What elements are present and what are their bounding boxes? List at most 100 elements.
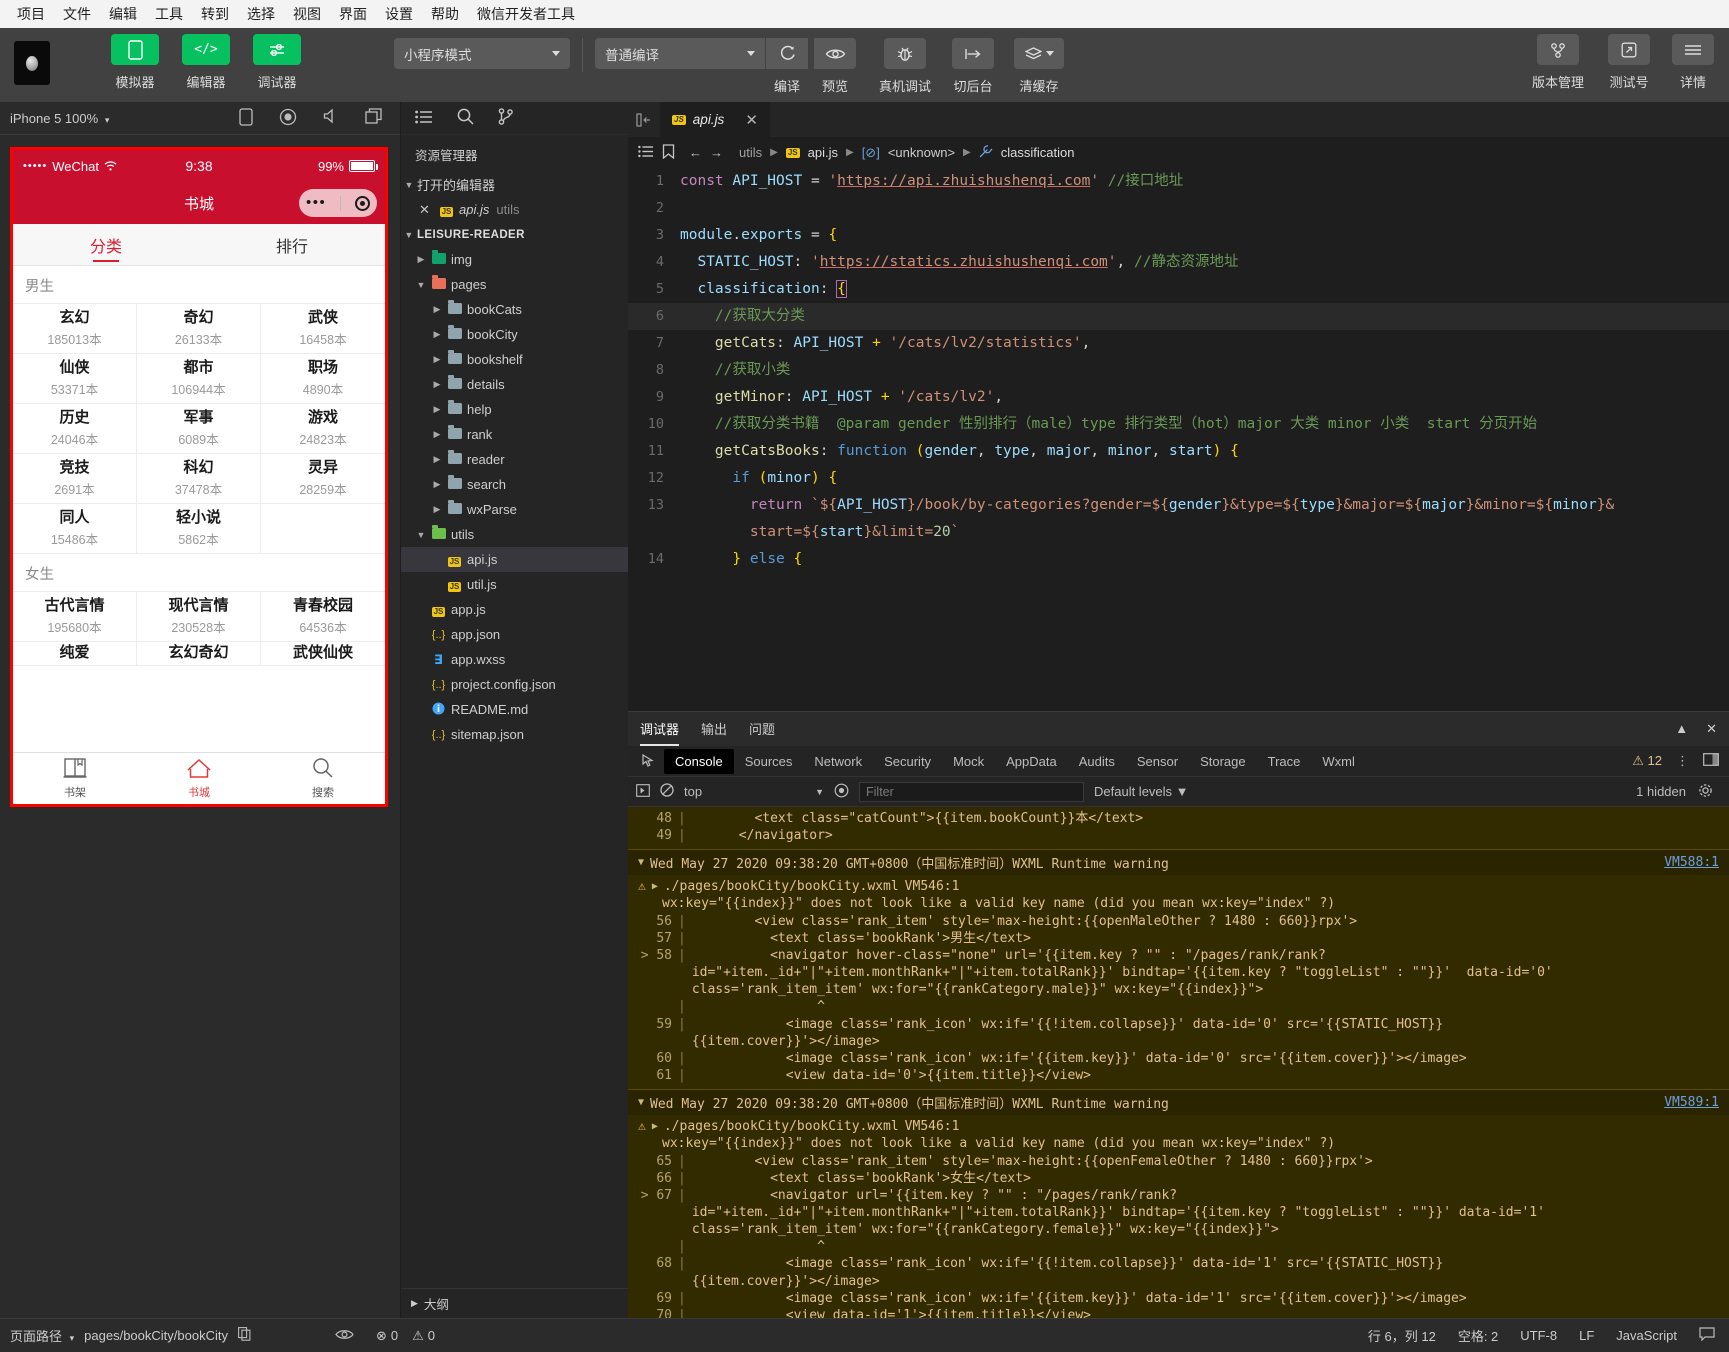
- chevron-down-icon[interactable]: ▼: [638, 857, 644, 868]
- tree-item-search[interactable]: ▶ search: [401, 472, 628, 497]
- breadcrumb-utils[interactable]: utils: [739, 145, 762, 160]
- tree-item-bookshelf[interactable]: ▶ bookshelf: [401, 347, 628, 372]
- devtools-tab-debugger[interactable]: 调试器: [640, 719, 680, 746]
- category-cell[interactable]: 玄幻奇幻: [136, 642, 261, 666]
- chevron-right-icon[interactable]: ▶: [652, 1120, 658, 1133]
- tab-security[interactable]: Security: [873, 749, 942, 774]
- category-cell[interactable]: 武侠仙侠: [260, 642, 385, 666]
- error-count[interactable]: ⊗ 0: [376, 1328, 398, 1344]
- tree-item-readme[interactable]: README.md: [401, 697, 628, 722]
- execute-icon[interactable]: [636, 783, 650, 800]
- console-levels-select[interactable]: Default levels ▼: [1094, 784, 1189, 799]
- tab-console[interactable]: Console: [664, 748, 734, 774]
- segment-ranking[interactable]: 排行: [199, 224, 385, 265]
- category-cell[interactable]: 历史 24046本: [13, 404, 137, 454]
- tab-appdata[interactable]: AppData: [995, 749, 1068, 774]
- open-editor-item-apijs[interactable]: ✕ JS api.js utils: [401, 197, 628, 222]
- outline-toggle-icon[interactable]: [638, 145, 654, 161]
- category-cell[interactable]: 科幻 37478本: [136, 454, 261, 504]
- status-problems[interactable]: ⊗ 0 ⚠ 0: [376, 1328, 435, 1344]
- mode-select[interactable]: 小程序模式: [394, 38, 570, 69]
- category-cell[interactable]: 纯爱: [13, 642, 137, 666]
- tree-item-wxparse[interactable]: ▶ wxParse: [401, 497, 628, 522]
- console-filter-input[interactable]: [859, 781, 1084, 802]
- device-select[interactable]: iPhone 5 100% ▾: [10, 111, 109, 126]
- language-mode[interactable]: JavaScript: [1616, 1328, 1677, 1343]
- category-cell[interactable]: 玄幻 185013本: [13, 304, 137, 354]
- tab-storage[interactable]: Storage: [1189, 749, 1257, 774]
- tabbar-item-search[interactable]: 搜索: [261, 753, 385, 804]
- menu-item-select[interactable]: 选择: [238, 1, 284, 27]
- console-warning-file[interactable]: ./pages/bookCity/bookCity.wxml: [664, 878, 899, 895]
- preview-button[interactable]: 预览: [811, 38, 859, 95]
- console-vm-link[interactable]: VM588:1: [1664, 855, 1719, 870]
- forward-icon[interactable]: →: [710, 145, 723, 160]
- tree-section-project[interactable]: ▼ LEISURE-READER: [401, 222, 628, 247]
- category-cell[interactable]: 游戏 24823本: [260, 404, 385, 454]
- outline-section[interactable]: ▶ 大纲: [401, 1288, 628, 1318]
- remote-debug-button[interactable]: 真机调试: [875, 38, 935, 95]
- encoding[interactable]: UTF-8: [1520, 1328, 1557, 1343]
- devtools-more-icon[interactable]: ⋮: [1676, 753, 1689, 769]
- chevron-right-icon[interactable]: ▶: [652, 880, 658, 893]
- breadcrumb-apijs[interactable]: api.js: [808, 145, 838, 160]
- devtools-tab-output[interactable]: 输出: [701, 719, 727, 740]
- indentation[interactable]: 空格: 2: [1458, 1326, 1498, 1345]
- editor-tab-apijs[interactable]: JS api.js ✕: [660, 102, 770, 137]
- record-icon[interactable]: [279, 108, 297, 129]
- search-icon[interactable]: [457, 108, 474, 128]
- clear-cache-button[interactable]: 清缓存: [1011, 38, 1067, 95]
- details-button[interactable]: 详情: [1671, 34, 1715, 91]
- tab-wxml[interactable]: Wxml: [1311, 749, 1366, 774]
- tree-item-details[interactable]: ▶ details: [401, 372, 628, 397]
- category-cell[interactable]: 同人 15486本: [13, 504, 137, 554]
- tree-item-projectconfig[interactable]: {..} project.config.json: [401, 672, 628, 697]
- tree-item-apijs[interactable]: JS api.js: [401, 547, 628, 572]
- category-cell[interactable]: 奇幻 26133本: [136, 304, 261, 354]
- console-warning-header[interactable]: ▼ Wed May 27 2020 09:38:20 GMT+0800（中国标准…: [628, 1090, 1729, 1116]
- avatar[interactable]: [14, 41, 50, 85]
- tree-item-img[interactable]: ▶ img: [401, 247, 628, 272]
- test-account-button[interactable]: 测试号: [1604, 34, 1654, 91]
- source-control-icon[interactable]: [498, 108, 514, 128]
- close-icon[interactable]: ✕: [745, 111, 758, 129]
- category-cell[interactable]: 现代言情 230528本: [136, 592, 261, 642]
- tree-item-utiljs[interactable]: JS util.js: [401, 572, 628, 597]
- tree-item-pages[interactable]: ▼ pages: [401, 272, 628, 297]
- category-cell[interactable]: 古代言情 195680本: [13, 592, 137, 642]
- compile-mode-select[interactable]: 普通编译: [595, 38, 765, 69]
- toggle-editor-button[interactable]: </> 编辑器: [179, 34, 233, 91]
- clear-console-icon[interactable]: [660, 783, 674, 800]
- console-context-select[interactable]: top ▼: [684, 784, 824, 799]
- close-target-icon[interactable]: [355, 195, 371, 211]
- menu-item-project[interactable]: 项目: [8, 1, 54, 27]
- preview-eye-icon[interactable]: [335, 1328, 354, 1344]
- compile-button[interactable]: 编译: [763, 38, 811, 95]
- background-button[interactable]: 切后台: [947, 38, 999, 95]
- toggle-simulator-button[interactable]: 模拟器: [108, 34, 162, 91]
- category-cell[interactable]: 军事 6089本: [136, 404, 261, 454]
- tab-mock[interactable]: Mock: [942, 749, 995, 774]
- menu-item-edit[interactable]: 编辑: [100, 1, 146, 27]
- dock-side-icon[interactable]: [1703, 753, 1719, 769]
- version-control-button[interactable]: 版本管理: [1529, 34, 1587, 91]
- segment-categories[interactable]: 分类: [13, 224, 199, 265]
- category-cell[interactable]: 武侠 16458本: [260, 304, 385, 354]
- collapse-sidebar-icon[interactable]: [628, 102, 660, 137]
- copy-icon[interactable]: [238, 1327, 251, 1344]
- page-path-select[interactable]: 页面路径 ▾: [10, 1326, 74, 1345]
- feedback-icon[interactable]: [1699, 1327, 1715, 1344]
- console-vm-link[interactable]: VM546:1: [905, 1118, 960, 1135]
- tabbar-item-bookcity[interactable]: 书城: [137, 753, 261, 804]
- breadcrumb-unknown[interactable]: <unknown>: [888, 145, 955, 160]
- tab-network[interactable]: Network: [803, 749, 873, 774]
- devtools-tab-problems[interactable]: 问题: [749, 719, 775, 740]
- tree-section-open-editors[interactable]: ▼ 打开的编辑器: [401, 172, 628, 197]
- chevron-down-icon[interactable]: ▼: [638, 1097, 644, 1108]
- tree-item-appjson[interactable]: {..} app.json: [401, 622, 628, 647]
- category-cell[interactable]: 青春校园 64536本: [260, 592, 385, 642]
- warning-count[interactable]: ⚠ 0: [412, 1328, 435, 1344]
- toggle-debugger-button[interactable]: 调试器: [250, 34, 304, 91]
- console-output[interactable]: 48 | <text class="catCount">{{item.bookCo…: [628, 807, 1729, 1318]
- menu-item-file[interactable]: 文件: [54, 1, 100, 27]
